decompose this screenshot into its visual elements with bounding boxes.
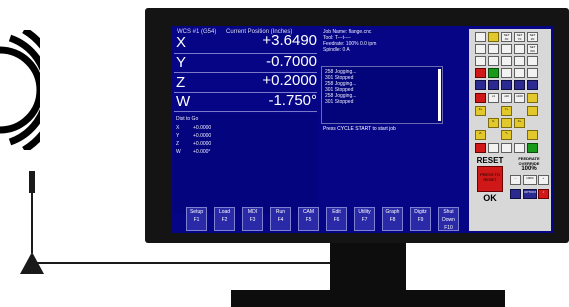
axis-label-y: Y	[176, 54, 187, 71]
panel-button[interactable]	[501, 80, 512, 90]
jog-w-button[interactable]	[527, 130, 538, 140]
panel-button[interactable]	[514, 68, 525, 78]
jog-y-minus-button[interactable]: Y-	[501, 130, 512, 140]
message-log[interactable]: 258 Jogging... 301 Stopped 258 Jogging..…	[321, 66, 443, 124]
panel-button[interactable]	[475, 32, 486, 42]
feedrate-minus-button[interactable]: −	[510, 175, 521, 185]
jog-center-button[interactable]	[501, 118, 512, 128]
dtg-value-x: +0.0000	[193, 125, 212, 131]
dtg-label-w: W	[176, 149, 181, 155]
jog-cont-button[interactable]	[475, 93, 486, 103]
panel-button[interactable]	[527, 143, 538, 153]
fkey-cam[interactable]: CAM F5	[298, 207, 319, 231]
axis-value-z: +0.2000	[262, 72, 317, 89]
ok-button[interactable]: OK	[475, 193, 505, 203]
dtg-value-z: +0.0000	[193, 141, 212, 147]
fkey-digitz[interactable]: Digitz F9	[410, 207, 431, 231]
panel-button[interactable]	[514, 80, 525, 90]
panel-button[interactable]	[488, 44, 499, 54]
jog-z-plus-button[interactable]: Z+	[475, 106, 486, 116]
panel-button[interactable]	[527, 93, 538, 103]
panel-button[interactable]	[501, 68, 512, 78]
axis-label-z: Z	[176, 74, 186, 91]
jog-x10-button[interactable]: x10	[501, 93, 512, 103]
panel-button[interactable]	[501, 44, 512, 54]
reset-button[interactable]: PRESS TO RESET	[477, 166, 503, 192]
jog-w-button[interactable]	[527, 106, 538, 116]
jog-z-minus-button[interactable]: Z-	[475, 130, 486, 140]
panel-button[interactable]	[488, 32, 499, 42]
log-line: 301 Stopped	[325, 99, 354, 105]
dtg-value-w: +0.000°	[193, 149, 211, 155]
feedrate-plus-button[interactable]: +	[538, 175, 549, 185]
antenna-mast	[31, 193, 33, 253]
fkey-load[interactable]: Load F2	[214, 207, 235, 231]
stop-button[interactable]	[475, 68, 486, 78]
spindle-info: Spindle: 0 A	[323, 47, 350, 53]
fkey-edit[interactable]: Edit F6	[326, 207, 347, 231]
panel-button[interactable]	[475, 44, 486, 54]
jog-x100-button[interactable]: x100	[514, 93, 525, 103]
jog-y-plus-button[interactable]: Y+	[501, 106, 512, 116]
fkey-utility[interactable]: Utility F7	[354, 207, 375, 231]
panel-button[interactable]	[488, 143, 499, 153]
wifi-signal-icon	[0, 30, 40, 150]
dist-to-go-title: Dist to Go	[176, 116, 199, 122]
panel-button[interactable]	[514, 44, 525, 54]
panel-button[interactable]	[510, 189, 521, 199]
axis-label-x: X	[176, 34, 187, 51]
set-y0-button[interactable]: SET Y0	[514, 32, 525, 42]
panel-button[interactable]	[514, 56, 525, 66]
monitor-stand-base	[231, 290, 505, 307]
control-panel: SET X0 SET Y0 SET Z0 SET W0 x1 x10 x100 …	[469, 29, 551, 231]
panel-button[interactable]	[501, 56, 512, 66]
set-x0-button[interactable]: SET X0	[501, 32, 512, 42]
dtg-value-y: +0.0000	[193, 133, 212, 139]
monitor-stand-neck	[330, 243, 406, 291]
dtg-label-y: Y	[176, 133, 180, 139]
feedrate-override-title: FEEDRATE OVERRIDE	[518, 156, 540, 166]
feedrate-pct: 100%	[523, 175, 537, 185]
options-button[interactable]: OPTIONS	[523, 189, 537, 199]
dist-to-go-panel: Dist to Go X +0.0000 Y +0.0000 Z +0.0000…	[173, 114, 318, 214]
status-message: Press CYCLE START to start job	[323, 126, 396, 132]
fkey-graph[interactable]: Graph F8	[382, 207, 403, 231]
panel-button[interactable]	[488, 80, 499, 90]
fkey-run[interactable]: Run F4	[270, 207, 291, 231]
fkey-mdi[interactable]: MDI F3	[242, 207, 263, 231]
cable	[30, 262, 332, 264]
jog-x-minus-button[interactable]: X-	[488, 118, 499, 128]
axis-value-w: -1.750°	[268, 92, 317, 109]
divider	[174, 111, 317, 112]
set-w0-button[interactable]: SET W0	[527, 44, 538, 54]
jog-x-plus-button[interactable]: X+	[514, 118, 525, 128]
panel-button[interactable]	[488, 56, 499, 66]
axis-value-y: -0.7000	[266, 53, 317, 70]
panel-button[interactable]	[514, 143, 525, 153]
fkey-setup[interactable]: Setup F1	[186, 207, 207, 231]
cnc-control-screen: WCS #1 (G54) Current Position (Inches) X…	[171, 26, 553, 233]
antenna-head	[29, 171, 35, 193]
panel-button[interactable]	[527, 68, 538, 78]
log-scrollbar[interactable]	[438, 69, 441, 121]
panel-button[interactable]	[475, 56, 486, 66]
dtg-label-x: X	[176, 125, 180, 131]
set-z0-button[interactable]: SET Z0	[527, 32, 538, 42]
feedrate-override-value: 100%	[521, 166, 537, 172]
panel-button[interactable]	[527, 56, 538, 66]
axis-value-x: +3.6490	[262, 32, 317, 49]
panel-button[interactable]	[527, 80, 538, 90]
axis-label-w: W	[176, 93, 191, 110]
panel-button[interactable]	[475, 80, 486, 90]
start-button[interactable]	[488, 68, 499, 78]
reset-label: RESET	[476, 156, 504, 165]
jog-x1-button[interactable]: x1	[488, 93, 499, 103]
panel-button[interactable]	[475, 143, 486, 153]
fkey-shut-down[interactable]: Shut Down F10	[438, 207, 459, 231]
panel-button[interactable]	[501, 143, 512, 153]
dtg-label-z: Z	[176, 141, 180, 147]
close-icon[interactable]: ×	[538, 189, 549, 199]
